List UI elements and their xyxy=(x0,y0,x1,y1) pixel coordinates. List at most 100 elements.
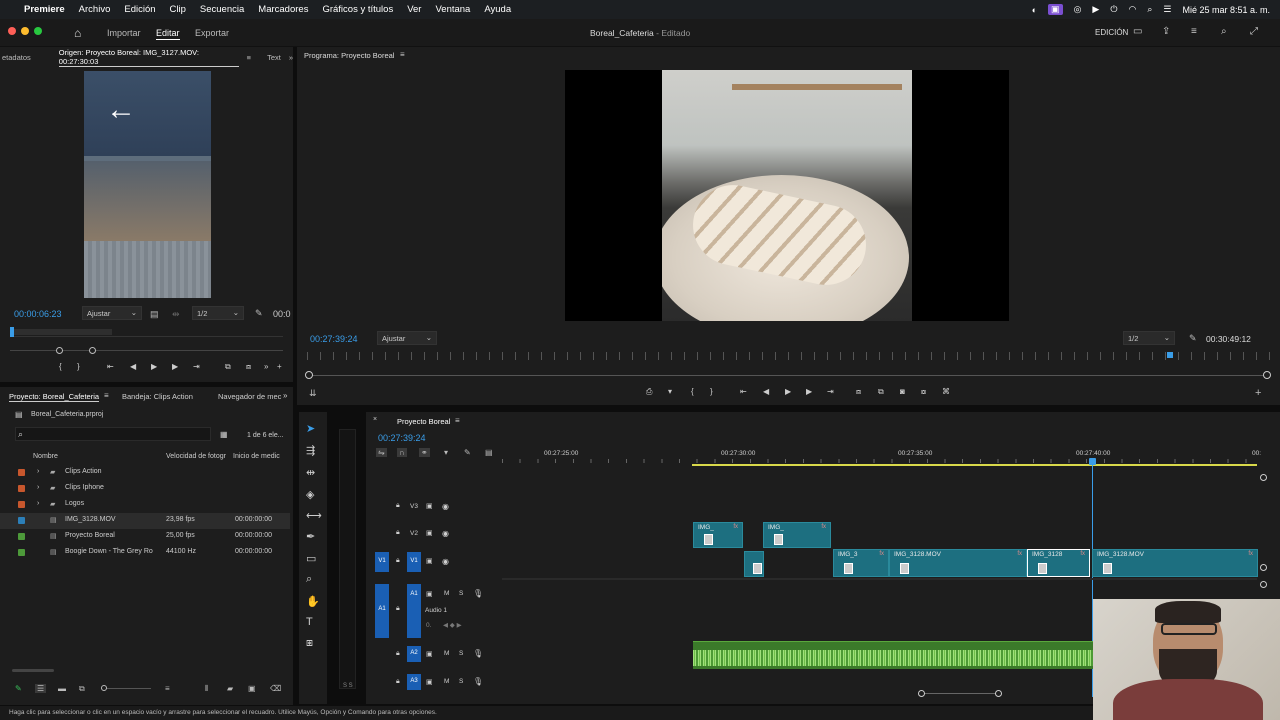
sync-icon[interactable]: ▣ xyxy=(426,650,433,658)
more-tabs-icon[interactable]: » xyxy=(289,53,293,62)
program-title[interactable]: Programa: Proyecto Boreal xyxy=(304,51,394,60)
wrench-icon[interactable]: ✎ xyxy=(1189,333,1197,344)
sequence-tab[interactable]: Proyecto Boreal xyxy=(397,417,450,426)
source-patch-a1[interactable]: A1 xyxy=(375,584,389,638)
lift-edit-icon[interactable]: ⧈ xyxy=(856,387,861,397)
more-controls-icon[interactable]: » xyxy=(264,362,268,371)
lock-icon[interactable]: 🔒︎ xyxy=(396,650,400,658)
track-label-v2[interactable]: V2 xyxy=(410,530,418,537)
playhead-head[interactable] xyxy=(1089,458,1096,465)
clip-v1-0[interactable] xyxy=(744,551,764,577)
tab-project[interactable]: Proyecto: Boreal_Cafeteria xyxy=(9,392,100,402)
source-zoom-bar[interactable] xyxy=(10,347,283,354)
speech-tool-icon[interactable]: ⌕ xyxy=(306,573,312,586)
go-to-out-icon[interactable]: ⇥ xyxy=(827,387,834,396)
control-center-icon[interactable]: ☰ xyxy=(1163,4,1171,15)
program-zoom-bar[interactable] xyxy=(305,371,1271,379)
audio1-volume[interactable]: 0. xyxy=(426,622,431,629)
creative-cloud-icon[interactable]: ◎ xyxy=(1074,4,1082,15)
project-scrollbar[interactable] xyxy=(12,669,54,672)
nest-icon[interactable]: ⇋ xyxy=(376,448,387,457)
wrench-icon[interactable]: ✎ xyxy=(255,308,263,319)
insert-icon[interactable]: ⇹ xyxy=(172,309,180,320)
tab-exportar[interactable]: Exportar xyxy=(195,28,229,38)
razor-tool-icon[interactable]: ◈ xyxy=(306,488,314,501)
step-forward-icon[interactable]: ▶ xyxy=(806,387,812,396)
eye-icon[interactable]: ◉ xyxy=(442,502,449,511)
project-item[interactable]: ▤ IMG_3128.MOV 23,98 fps 00:00:00:00 xyxy=(0,513,290,529)
solo-button[interactable]: S xyxy=(459,678,463,685)
mark-out-icon[interactable]: } xyxy=(77,362,80,371)
source-res-select[interactable]: 1/2 ⌄ xyxy=(192,306,244,320)
more-tabs-icon[interactable]: » xyxy=(283,391,287,400)
track-select-icon[interactable]: ⇶ xyxy=(306,444,315,457)
zoom-slider[interactable] xyxy=(101,685,151,691)
chevron-right-icon[interactable]: › xyxy=(37,484,39,491)
sequence-menu-icon[interactable]: ≡ xyxy=(455,416,460,425)
clip-v1-2[interactable]: IMG_3128.MOV fx xyxy=(889,549,1027,577)
clip-v1-4[interactable]: IMG_3128.MOV fx xyxy=(1092,549,1258,577)
go-to-out-icon[interactable]: ⇥ xyxy=(193,362,200,371)
eye-icon[interactable]: ◉ xyxy=(442,557,449,566)
share-icon[interactable]: ⇪ xyxy=(1162,26,1170,37)
tab-text[interactable]: Text xyxy=(267,53,281,62)
menu-clip[interactable]: Clip xyxy=(170,4,186,15)
tab-bin[interactable]: Bandeja: Clips Action xyxy=(122,392,193,401)
hscroll-left-handle[interactable] xyxy=(918,690,925,697)
new-item-icon[interactable]: ▣ xyxy=(248,684,256,693)
sync-icon[interactable]: ▣ xyxy=(426,678,433,686)
project-item[interactable]: ▤ Boogie Down - The Grey Ro 44100 Hz 00:00:… xyxy=(0,545,290,561)
battery-icon[interactable]: ⏻ xyxy=(1110,4,1117,15)
zoom-handle-right[interactable] xyxy=(89,347,96,354)
add-button-icon[interactable]: + xyxy=(1255,387,1261,399)
tab-editar[interactable]: Editar xyxy=(156,28,180,40)
menu-ver[interactable]: Ver xyxy=(407,4,421,15)
menu-marcadores[interactable]: Marcadores xyxy=(258,4,308,15)
workspace-label[interactable]: EDICIÓN xyxy=(1095,28,1128,37)
sync-icon[interactable]: ▣ xyxy=(426,502,433,510)
program-playhead[interactable] xyxy=(1167,352,1173,358)
program-timecode[interactable]: 00:27:39:24 xyxy=(310,334,358,344)
menu-archivo[interactable]: Archivo xyxy=(79,4,111,15)
project-item[interactable]: › ▰ Logos xyxy=(0,497,290,513)
track-label-v1[interactable]: V1 xyxy=(407,552,421,572)
captions-icon[interactable]: ▤ xyxy=(485,448,493,457)
search-icon[interactable]: ⌕ xyxy=(1147,4,1152,15)
overwrite-clip-icon[interactable]: ⧈ xyxy=(246,362,251,372)
lock-icon[interactable]: 🔒︎ xyxy=(396,502,400,510)
zoom-handle-left[interactable] xyxy=(56,347,63,354)
slip-tool-icon[interactable]: ⟷ xyxy=(306,509,322,522)
program-fit-select[interactable]: Ajustar ⌄ xyxy=(377,331,437,345)
clip-v2-2[interactable]: IMG_ fx xyxy=(763,522,831,548)
minimize-dot[interactable] xyxy=(21,27,29,35)
status-highlight-icon[interactable]: ▣ xyxy=(1048,4,1063,15)
chevron-right-icon[interactable]: › xyxy=(37,500,39,507)
timeline-playhead[interactable] xyxy=(1089,458,1097,697)
vertical-scroll-bottom[interactable] xyxy=(1260,564,1267,571)
wifi-icon[interactable]: ◠ xyxy=(1128,4,1136,15)
mark-in-icon[interactable]: { xyxy=(691,387,694,396)
freeform-view-icon[interactable]: ⧉ xyxy=(79,684,85,694)
settings-icon[interactable]: ▤ xyxy=(150,309,159,320)
clip-v2-1[interactable]: IMG_ fx xyxy=(693,522,743,548)
keyframe-nav[interactable]: ◀ ◆ ▶ xyxy=(443,621,462,629)
step-back-icon[interactable]: ◀ xyxy=(130,362,136,371)
audio-clip-a2[interactable] xyxy=(693,641,1093,669)
menu-app[interactable]: Premiere xyxy=(24,4,65,15)
go-to-in-icon[interactable]: ⇤ xyxy=(740,387,747,396)
source-timecode[interactable]: 00:00:06:23 xyxy=(14,309,62,319)
zoom-handle-right[interactable] xyxy=(1263,371,1271,379)
track-label-a2[interactable]: A2 xyxy=(407,646,421,662)
solo-button[interactable]: S xyxy=(459,590,463,597)
hand-tool-icon[interactable]: ✋ xyxy=(306,595,320,608)
home-icon[interactable]: ⌂ xyxy=(74,26,81,40)
go-to-in-icon[interactable]: ⇤ xyxy=(107,362,114,371)
menu-ventana[interactable]: Ventana xyxy=(435,4,470,15)
lock-icon[interactable]: 🔒︎ xyxy=(396,678,400,686)
lift-icon[interactable]: ⎙ xyxy=(646,387,652,397)
mute-button[interactable]: M xyxy=(444,650,449,657)
help-icon[interactable]: ⌕ xyxy=(1221,26,1227,37)
source-scrub-bar[interactable] xyxy=(10,327,283,337)
queue-icon[interactable]: ≡ xyxy=(1191,26,1197,37)
play-icon[interactable]: ▶ xyxy=(151,362,157,371)
